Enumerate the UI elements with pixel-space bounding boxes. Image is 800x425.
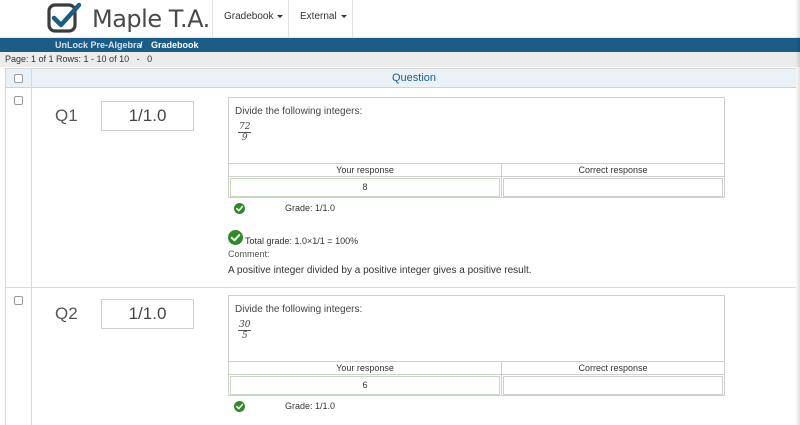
grade-line: Grade: 1/1.0	[285, 401, 336, 411]
nav-divider	[212, 0, 213, 37]
fraction-denominator: 9	[241, 133, 248, 143]
fraction-numerator: 30	[238, 320, 252, 331]
table-divider	[229, 374, 724, 375]
row-checkbox-cell	[6, 88, 32, 287]
check-circle-icon	[228, 230, 243, 245]
select-all-checkbox[interactable]	[14, 74, 23, 83]
table-divider	[229, 176, 724, 177]
nav-external[interactable]: External	[300, 0, 347, 37]
window-edge-shadow	[795, 0, 800, 425]
table-header: Question	[6, 68, 796, 88]
check-circle-icon	[234, 401, 245, 412]
fraction-numerator: 72	[238, 122, 252, 133]
nav-gradebook-label: Gradebook	[224, 11, 274, 22]
your-response-header: Your response	[336, 165, 394, 175]
nav-gradebook[interactable]: Gradebook	[224, 0, 284, 37]
caret-down-icon	[277, 14, 284, 18]
column-header-question[interactable]: Question	[32, 69, 796, 88]
question-number: Q2	[55, 304, 78, 323]
your-response-value: 8	[230, 178, 500, 197]
question-grade: 1/1.0	[101, 101, 194, 131]
column-divider	[501, 164, 502, 197]
row-checkbox-cell	[6, 288, 32, 425]
pager-text: Page: 1 of 1 Rows: 1 - 10 of 10 - 0	[5, 54, 153, 64]
app-logo[interactable]: Maple T.A.	[46, 2, 210, 36]
fraction: 72 9	[238, 122, 252, 144]
table-row: Q2 1/1.0 Divide the following integers: …	[6, 288, 796, 425]
nav-divider	[352, 0, 353, 37]
total-grade: Total grade: 1.0×1/1 = 100%	[245, 236, 359, 246]
column-divider	[501, 362, 502, 395]
correct-response-header: Correct response	[578, 165, 648, 175]
your-response-value: 6	[230, 376, 500, 395]
header-checkbox-cell	[6, 69, 32, 88]
question-number: Q1	[55, 106, 78, 125]
check-circle-icon	[234, 203, 245, 214]
correct-response-value	[503, 376, 723, 395]
question-panel: Divide the following integers: 30 5	[228, 295, 725, 362]
nav-divider	[288, 0, 289, 37]
nav-external-label: External	[300, 11, 337, 22]
correct-response-value	[503, 178, 723, 197]
question-prompt: Divide the following integers:	[235, 106, 363, 117]
top-navbar: Maple T.A. Gradebook External	[0, 0, 800, 38]
your-response-header: Your response	[336, 363, 394, 373]
checkmark-logo-icon	[47, 2, 82, 33]
response-table: Your response Correct response 8	[228, 164, 725, 198]
breadcrumb: UnLock Pre-Algebra / Gradebook	[0, 38, 800, 52]
breadcrumb-current: Gradebook	[151, 40, 199, 50]
gradebook-table: Question Q1 1/1.0 Divide the following i…	[5, 68, 796, 425]
row-checkbox[interactable]	[14, 96, 23, 105]
breadcrumb-course-link[interactable]: UnLock Pre-Algebra	[55, 38, 142, 52]
question-prompt: Divide the following integers:	[235, 304, 363, 315]
response-table: Your response Correct response 6	[228, 362, 725, 396]
comment-text: A positive integer divided by a positive…	[228, 265, 532, 276]
breadcrumb-separator: /	[140, 40, 143, 50]
logo-text: Maple T.A.	[92, 5, 210, 33]
fraction: 30 5	[238, 320, 252, 342]
fraction-denominator: 5	[241, 331, 248, 341]
table-row: Q1 1/1.0 Divide the following integers: …	[6, 88, 796, 288]
question-grade: 1/1.0	[101, 299, 194, 329]
correct-response-header: Correct response	[578, 363, 648, 373]
pager-info: Page: 1 of 1 Rows: 1 - 10 of 10 - 0	[0, 52, 800, 67]
question-panel: Divide the following integers: 72 9	[228, 97, 725, 164]
grade-line: Grade: 1/1.0	[285, 203, 336, 213]
row-checkbox[interactable]	[14, 296, 23, 305]
caret-down-icon	[340, 14, 347, 18]
comment-label: Comment:	[228, 249, 270, 259]
